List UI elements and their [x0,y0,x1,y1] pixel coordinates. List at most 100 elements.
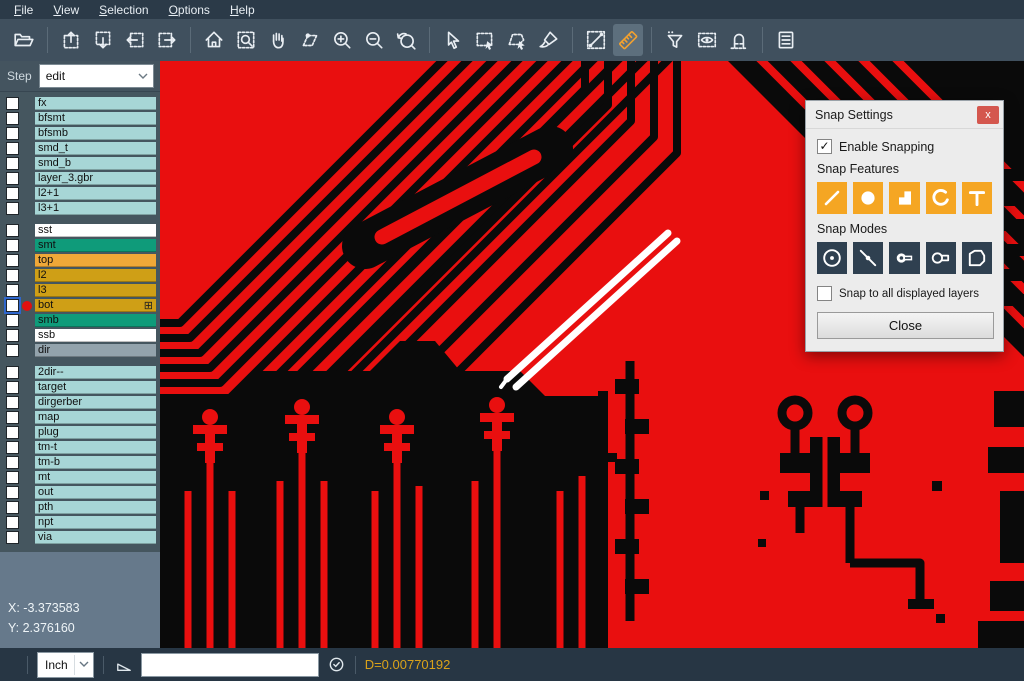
layer-visibility-checkbox[interactable] [6,224,19,237]
layer-visibility-checkbox[interactable] [6,396,19,409]
layer-visibility-checkbox[interactable] [6,531,19,544]
layer-item-smt[interactable]: smt [35,239,156,253]
layer-visibility-checkbox[interactable] [6,254,19,267]
layer-visibility-checkbox[interactable] [6,344,19,357]
close-button[interactable]: Close [817,312,994,339]
snap-all-layers-checkbox[interactable] [817,286,832,301]
layer-visibility-checkbox[interactable] [6,284,19,297]
pan-left-icon[interactable] [120,24,150,56]
dialog-title-bar[interactable]: Snap Settings x [806,101,1003,129]
layer-visibility-checkbox[interactable] [6,142,19,155]
select-arrow-icon[interactable] [438,24,468,56]
layer-item-smd_b[interactable]: smd_b [35,157,156,171]
layer-item-ssb[interactable]: ssb [35,329,156,343]
enable-snapping-checkbox[interactable]: ✓ [817,139,832,154]
snap-feature-line-icon[interactable] [817,182,847,214]
unit-select[interactable]: Inch [37,652,94,678]
eye-box-icon[interactable] [692,24,722,56]
layer-item-npt[interactable]: npt [35,516,156,530]
poly-select-icon[interactable] [502,24,532,56]
layer-item-top[interactable]: top [35,254,156,268]
layer-item-2dir--[interactable]: 2dir-- [35,366,156,380]
snap-feature-circle-icon[interactable] [853,182,883,214]
layer-visibility-checkbox[interactable] [6,314,19,327]
snap-mode-center-icon[interactable] [817,242,847,274]
report-icon[interactable] [771,24,801,56]
layer-visibility-checkbox[interactable] [6,269,19,282]
layer-item-mt[interactable]: mt [35,471,156,485]
layer-visibility-checkbox[interactable] [6,299,19,312]
layer-visibility-checkbox[interactable] [6,366,19,379]
layer-visibility-checkbox[interactable] [6,329,19,342]
layer-item-dirgerber[interactable]: dirgerber [35,396,156,410]
ruler-icon[interactable] [613,24,643,56]
snap-mode-padstack-outline-icon[interactable] [926,242,956,274]
layer-item-smd_t[interactable]: smd_t [35,142,156,156]
hand-icon[interactable] [263,24,293,56]
layer-visibility-checkbox[interactable] [6,441,19,454]
zoom-out-icon[interactable] [359,24,389,56]
snap-feature-pad-icon[interactable] [889,182,919,214]
snap-feature-text-icon[interactable] [962,182,992,214]
layer-visibility-checkbox[interactable] [6,471,19,484]
menu-help[interactable]: Help [220,2,265,18]
menu-file[interactable]: File [4,2,43,18]
layer-visibility-checkbox[interactable] [6,112,19,125]
layer-item-smb[interactable]: smb [35,314,156,328]
status-input[interactable] [141,653,319,677]
zoom-prev-icon[interactable] [391,24,421,56]
layer-visibility-checkbox[interactable] [6,202,19,215]
layer-item-dir[interactable]: dir [35,344,156,358]
close-icon[interactable]: x [977,106,999,124]
pan-up-icon[interactable] [56,24,86,56]
layer-item-l2[interactable]: l2 [35,269,156,283]
zoom-in-icon[interactable] [327,24,357,56]
snap-mode-padstack-filled-icon[interactable] [889,242,919,274]
layer-visibility-checkbox[interactable] [6,97,19,110]
layer-item-tm-b[interactable]: tm-b [35,456,156,470]
brush-icon[interactable] [534,24,564,56]
layer-visibility-checkbox[interactable] [6,187,19,200]
layer-visibility-checkbox[interactable] [6,486,19,499]
layer-visibility-checkbox[interactable] [6,157,19,170]
menu-view[interactable]: View [43,2,89,18]
layer-visibility-checkbox[interactable] [6,239,19,252]
layer-item-plug[interactable]: plug [35,426,156,440]
layer-visibility-checkbox[interactable] [6,172,19,185]
polygon-node-icon[interactable] [295,24,325,56]
layer-item-fx[interactable]: fx [35,97,156,111]
layer-visibility-checkbox[interactable] [6,501,19,514]
home-icon[interactable] [199,24,229,56]
layer-item-tm-t[interactable]: tm-t [35,441,156,455]
zoom-region-icon[interactable] [231,24,261,56]
layer-visibility-checkbox[interactable] [6,426,19,439]
layer-visibility-checkbox[interactable] [6,381,19,394]
layer-item-map[interactable]: map [35,411,156,425]
step-select[interactable]: edit [39,64,154,88]
filter-icon[interactable] [660,24,690,56]
layer-item-out[interactable]: out [35,486,156,500]
layer-visibility-checkbox[interactable] [6,516,19,529]
layer-visibility-checkbox[interactable] [6,411,19,424]
layer-item-l2+1[interactable]: l2+1 [35,187,156,201]
layer-item-layer_3.gbr[interactable]: layer_3.gbr [35,172,156,186]
magnet-icon[interactable] [724,24,754,56]
layer-item-target[interactable]: target [35,381,156,395]
layer-visibility-checkbox[interactable] [6,456,19,469]
grid-icon[interactable]: ⊞ [144,299,153,312]
rect-select-icon[interactable] [470,24,500,56]
layer-item-pth[interactable]: pth [35,501,156,515]
angle-mode-icon[interactable] [115,657,133,673]
sync-icon[interactable] [327,655,346,674]
menu-selection[interactable]: Selection [89,2,158,18]
layer-item-bot[interactable]: bot⊞ [35,299,156,313]
pan-down-icon[interactable] [88,24,118,56]
layer-item-l3+1[interactable]: l3+1 [35,202,156,216]
pan-right-icon[interactable] [152,24,182,56]
snap-mode-midpoint-icon[interactable] [853,242,883,274]
snap-mode-edge-icon[interactable] [962,242,992,274]
layer-visibility-checkbox[interactable] [6,127,19,140]
menu-options[interactable]: Options [159,2,220,18]
open-icon[interactable] [9,24,39,56]
layer-item-l3[interactable]: l3 [35,284,156,298]
